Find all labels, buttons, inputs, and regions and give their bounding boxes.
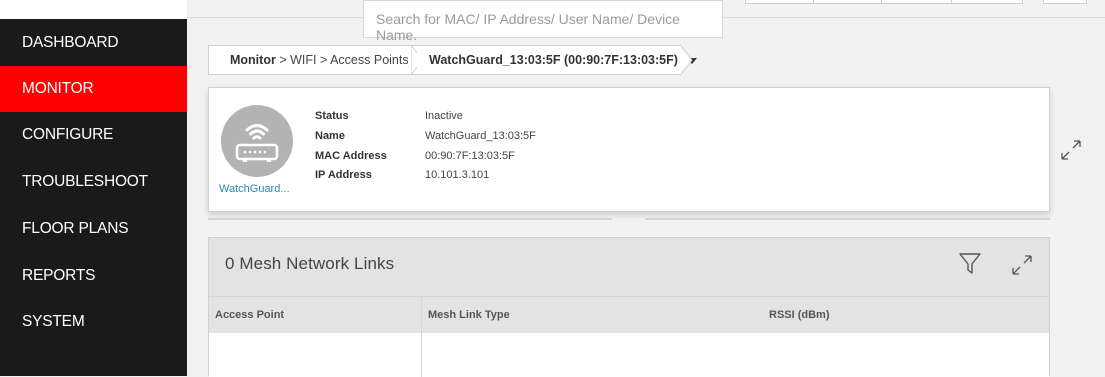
section-divider [645, 218, 1050, 220]
table-body [209, 333, 1049, 377]
toolbar-button[interactable] [1043, 0, 1087, 4]
toolbar-button[interactable] [745, 0, 815, 4]
breadcrumb-access-points[interactable]: Access Points [330, 53, 409, 67]
status-label: Status [315, 110, 349, 122]
expand-icon[interactable] [1059, 138, 1083, 162]
breadcrumb-path: Monitor > WIFI > Access Points [208, 45, 418, 75]
ip-address-label: IP Address [315, 169, 372, 181]
column-header-mesh-link-type[interactable]: Mesh Link Type [428, 297, 510, 333]
sidebar-item-reports[interactable]: REPORTS [0, 253, 187, 299]
sidebar-item-system[interactable]: SYSTEM [0, 299, 187, 345]
mesh-network-links-panel: 0 Mesh Network Links Access Point Mesh L… [208, 237, 1050, 377]
name-value: WatchGuard_13:03:5F [425, 130, 536, 142]
status-value: Inactive [425, 110, 463, 122]
toolbar-button[interactable] [881, 0, 953, 4]
mesh-panel-title: 0 Mesh Network Links [225, 254, 395, 273]
section-divider [208, 218, 612, 220]
breadcrumb-separator: > [279, 53, 287, 67]
main-content: Search for MAC/ IP Address/ User Name/ D… [187, 0, 1105, 377]
name-label: Name [315, 130, 345, 142]
toolbar-button[interactable] [951, 0, 1023, 4]
mac-address-value: 00:90:7F:13:03:5F [425, 150, 515, 162]
sidebar: DASHBOARD MONITOR CONFIGURE TROUBLESHOOT… [0, 0, 187, 376]
breadcrumb-end-chevron [680, 45, 693, 75]
sidebar-top-logo-area [0, 0, 187, 19]
toolbar-button[interactable] [813, 0, 883, 4]
breadcrumb-wifi[interactable]: WIFI [290, 53, 316, 67]
column-divider [421, 296, 422, 377]
expand-icon[interactable] [1010, 253, 1034, 277]
device-summary-card: WatchGuard... Status Inactive Name Watch… [208, 87, 1050, 212]
sidebar-item-dashboard[interactable]: DASHBOARD [0, 20, 187, 66]
sidebar-item-monitor[interactable]: MONITOR [0, 66, 187, 112]
breadcrumb-root[interactable]: Monitor [230, 53, 276, 67]
ip-address-value: 10.101.3.101 [425, 169, 490, 181]
sidebar-item-floor-plans[interactable]: FLOOR PLANS [0, 206, 187, 252]
sidebar-item-troubleshoot[interactable]: TROUBLESHOOT [0, 159, 187, 205]
mac-address-label: MAC Address [315, 150, 387, 162]
breadcrumb-separator: > [319, 53, 328, 67]
device-name-link[interactable]: WatchGuard... [219, 183, 290, 195]
column-header-rssi[interactable]: RSSI (dBm) [769, 297, 830, 333]
wifi-access-point-icon [221, 105, 293, 177]
breadcrumb-current-device[interactable]: WatchGuard_13:03:5F (00:90:7F:13:03:5F) [417, 45, 698, 75]
filter-icon[interactable] [959, 252, 981, 276]
table-header: Access Point Mesh Link Type RSSI (dBm) [209, 296, 1049, 333]
sidebar-item-configure[interactable]: CONFIGURE [0, 112, 187, 158]
column-header-access-point[interactable]: Access Point [215, 297, 284, 333]
breadcrumb-current-label: WatchGuard_13:03:5F (00:90:7F:13:03:5F) [429, 53, 678, 67]
search-input[interactable]: Search for MAC/ IP Address/ User Name/ D… [363, 0, 723, 43]
